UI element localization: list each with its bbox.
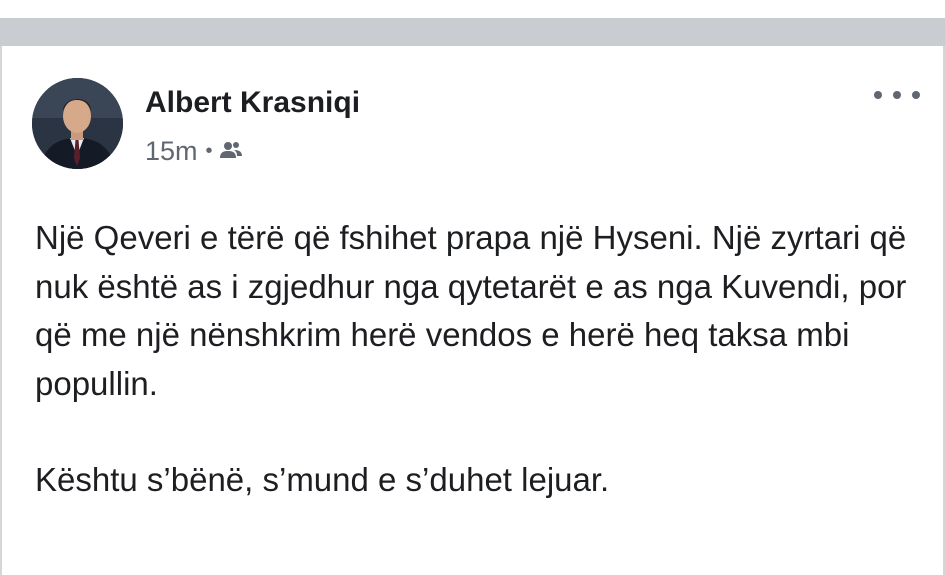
post-body: Një Qeveri e tërë që fshihet prapa një H…	[35, 214, 915, 505]
more-options-icon-dot	[893, 91, 901, 99]
post-timestamp[interactable]: 15m	[145, 136, 198, 167]
author-name[interactable]: Albert Krasniqi	[145, 86, 360, 120]
more-options-icon	[874, 91, 882, 99]
avatar-image	[32, 78, 123, 169]
feed-screen: Albert Krasniqi 15m • Një Qeveri e tërë …	[0, 0, 945, 575]
post-meta: 15m •	[145, 136, 243, 167]
more-options-icon-dot	[912, 91, 920, 99]
friends-icon[interactable]	[219, 136, 243, 167]
avatar[interactable]	[32, 78, 123, 169]
more-options-button[interactable]	[874, 84, 920, 106]
post-card: Albert Krasniqi 15m • Një Qeveri e tërë …	[0, 46, 945, 575]
post-paragraph: Kështu s’bënë, s’mund e s’duhet lejuar.	[35, 461, 610, 498]
meta-separator: •	[205, 140, 213, 162]
post-paragraph: Një Qeveri e tërë që fshihet prapa një H…	[35, 219, 907, 402]
feed-divider	[0, 18, 945, 46]
